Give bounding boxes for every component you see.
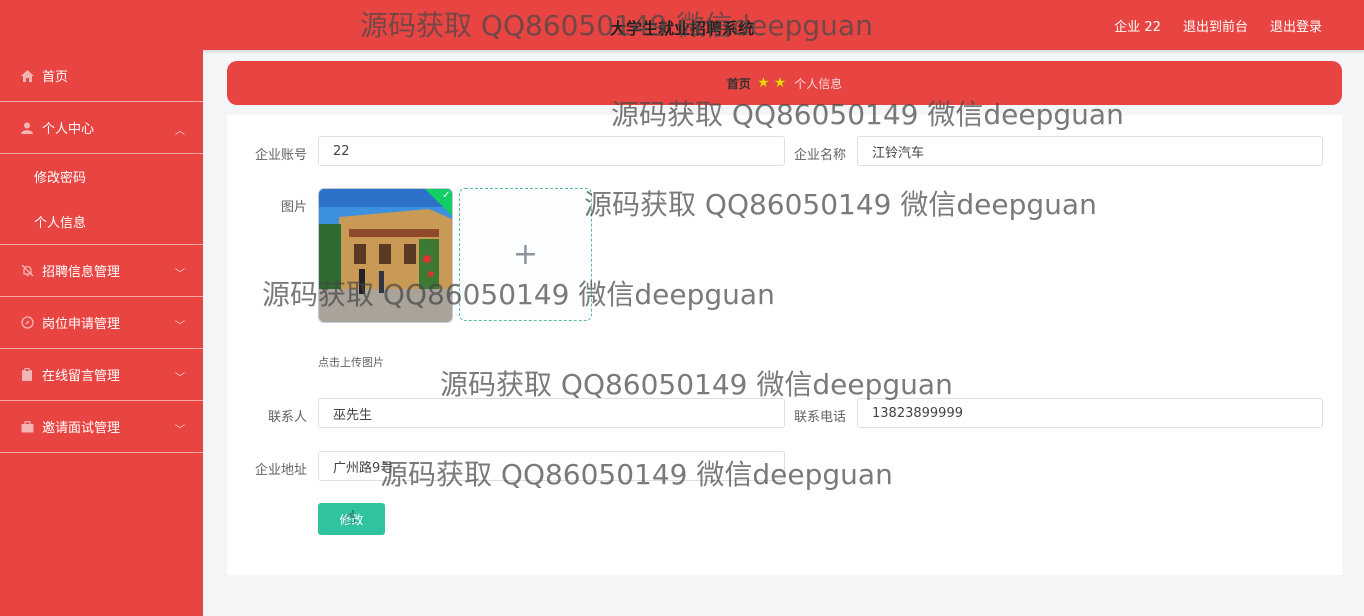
sidebar-item-profile[interactable]: 个人信息 <box>0 199 203 244</box>
user-icon <box>20 121 34 135</box>
clipboard-icon <box>20 368 34 382</box>
hand-cursor-icon: ☝ <box>345 507 356 528</box>
briefcase-icon <box>20 420 34 434</box>
sidebar-item-messages[interactable]: 在线留言管理 ﹀ <box>0 349 203 401</box>
current-user-link[interactable]: 企业 22 <box>1114 16 1161 35</box>
sidebar-item-label: 个人中心 <box>42 122 95 137</box>
uploaded-image[interactable]: ✓ <box>318 188 453 323</box>
chevron-down-icon: ﹀ <box>175 373 185 384</box>
compass-icon <box>20 316 34 330</box>
account-input[interactable]: 22 <box>318 136 785 166</box>
company-name-input[interactable]: 江铃汽车 <box>857 136 1323 166</box>
top-links: 企业 22 退出到前台 退出登录 <box>1114 16 1322 35</box>
account-label: 企业账号 <box>254 148 307 163</box>
chevron-down-icon: ﹀ <box>175 269 185 280</box>
sidebar-item-change-password[interactable]: 修改密码 <box>0 154 203 199</box>
contact-label: 联系人 <box>267 410 307 425</box>
plus-icon: + <box>512 237 539 272</box>
breadcrumb-current: 个人信息 <box>794 76 843 91</box>
sidebar-item-label: 招聘信息管理 <box>42 265 121 280</box>
contact-input[interactable]: 巫先生 <box>318 398 785 428</box>
chevron-down-icon: ﹀ <box>175 425 185 436</box>
chevron-down-icon: ﹀ <box>175 321 185 332</box>
sidebar-item-recruitment[interactable]: 招聘信息管理 ﹀ <box>0 245 203 297</box>
sidebar-item-interviews[interactable]: 邀请面试管理 ﹀ <box>0 401 203 453</box>
sidebar-item-personal-center[interactable]: 个人中心 ︿ <box>0 102 203 154</box>
address-input[interactable]: 广州路9号 <box>318 451 785 481</box>
company-name-label: 企业名称 <box>793 148 846 163</box>
check-icon: ✓ <box>442 189 451 201</box>
star-icon: ★ <box>752 75 770 91</box>
upload-tip: 点击上传图片 <box>318 356 384 369</box>
sidebar: 首页 个人中心 ︿ 修改密码 个人信息 招聘信息管理 ﹀ 岗位申请管理 ﹀ 在线… <box>0 50 203 616</box>
sidebar-item-label: 岗位申请管理 <box>42 317 121 332</box>
breadcrumb-home[interactable]: 首页 <box>727 75 751 92</box>
address-label: 企业地址 <box>254 463 307 478</box>
street-photo <box>319 189 452 322</box>
logout-link[interactable]: 退出登录 <box>1270 16 1322 35</box>
chevron-up-icon: ︿ <box>175 126 185 137</box>
bell-off-icon <box>20 264 34 278</box>
image-label: 图片 <box>280 200 307 215</box>
front-end-link[interactable]: 退出到前台 <box>1183 16 1248 35</box>
phone-input[interactable]: 13823899999 <box>857 398 1323 428</box>
sidebar-item-label: 首页 <box>42 70 69 85</box>
home-icon <box>20 69 34 83</box>
star-icon: ★ <box>773 75 787 91</box>
sidebar-item-label: 邀请面试管理 <box>42 421 121 436</box>
sidebar-item-home[interactable]: 首页 <box>0 50 203 102</box>
top-bar: 大学生就业招聘系统 企业 22 退出到前台 退出登录 <box>0 0 1364 50</box>
personal-center-submenu: 修改密码 个人信息 <box>0 154 203 245</box>
sidebar-item-applications[interactable]: 岗位申请管理 ﹀ <box>0 297 203 349</box>
profile-form: 企业账号 22 企业名称 江铃汽车 图片 ✓ + 点击上传图片 联系人 巫先生 … <box>227 115 1342 575</box>
image-upload-button[interactable]: + <box>459 188 592 321</box>
phone-label: 联系电话 <box>793 410 846 425</box>
breadcrumb: 首页 ★ ★ 个人信息 <box>227 61 1342 105</box>
sidebar-item-label: 在线留言管理 <box>42 369 121 384</box>
